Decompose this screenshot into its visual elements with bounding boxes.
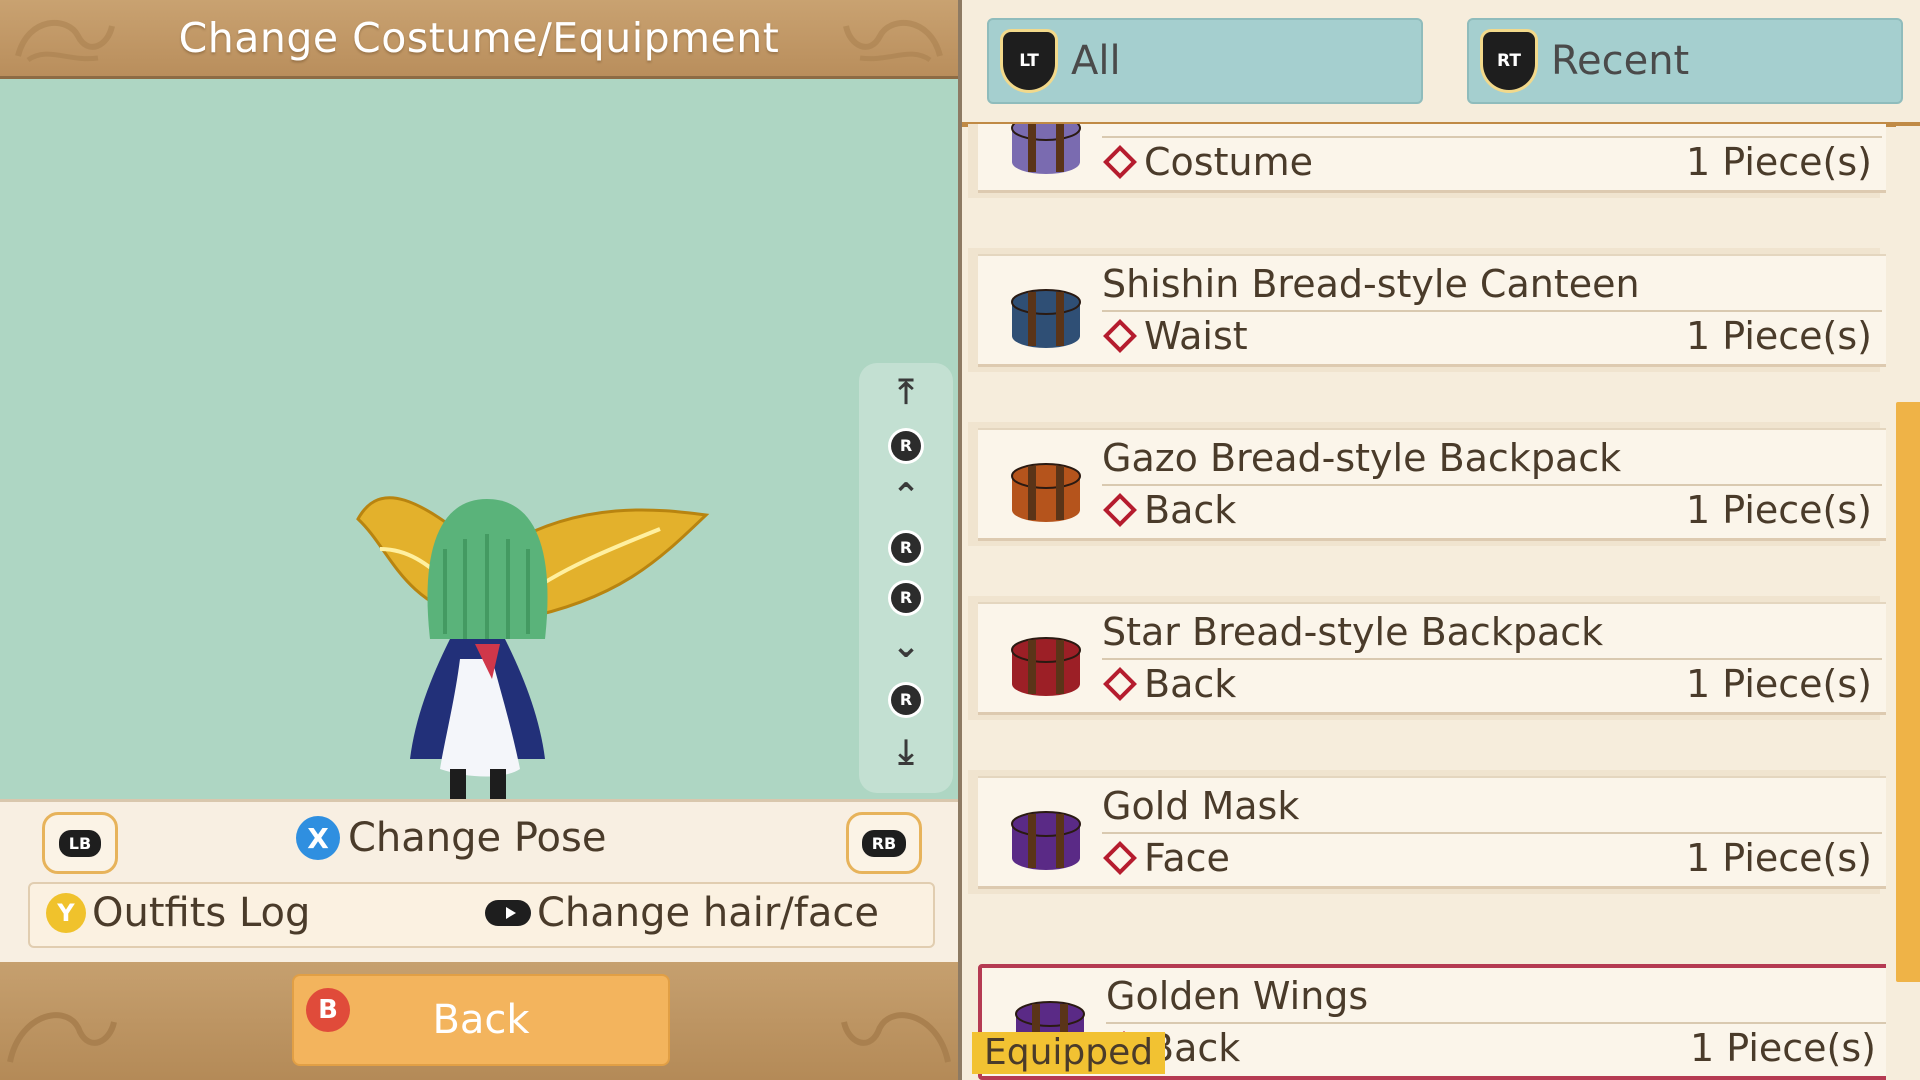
- list-item[interactable]: Star Bread-style Backpack Back 1 Piece(s): [968, 596, 1886, 720]
- rt-button-icon: RT: [1483, 32, 1535, 90]
- item-name: Shishin Bread-style Canteen: [1102, 262, 1640, 306]
- item-quantity: 1 Piece(s): [1690, 1026, 1876, 1070]
- item-divider: [1102, 136, 1882, 138]
- item-divider: [1102, 310, 1882, 312]
- diamond-icon: [1103, 145, 1137, 179]
- y-button-icon: Y: [46, 893, 86, 933]
- ornament-bottom-right-icon: [841, 1012, 951, 1063]
- stick-press-icon: [485, 900, 531, 926]
- character-model: [356, 496, 710, 799]
- diamond-icon: [1103, 493, 1137, 527]
- ornament-right-icon: [843, 20, 943, 63]
- b-button-icon: B: [306, 988, 350, 1032]
- rb-button[interactable]: RB: [846, 812, 922, 874]
- ornament-bottom-left-icon: [7, 1012, 117, 1063]
- r-stick-left-icon[interactable]: R: [891, 533, 921, 563]
- item-slot-label: Back: [1144, 662, 1237, 706]
- chest-icon: [1011, 637, 1081, 696]
- r-stick-up-icon[interactable]: R: [891, 431, 921, 461]
- lb-button[interactable]: LB: [42, 812, 118, 874]
- item-list[interactable]: Soft Kid's PandaCostume1 Piece(s)Shishin…: [968, 124, 1886, 1080]
- change-pose-button[interactable]: X Change Pose: [296, 815, 606, 861]
- item-slot: Waist: [1102, 314, 1248, 358]
- zoom-bottom-icon[interactable]: ⤓: [859, 735, 953, 769]
- item-slot-label: Face: [1144, 836, 1230, 880]
- item-divider: [1102, 658, 1882, 660]
- item-slot-label: Back: [1144, 488, 1237, 532]
- item-slot-label: Waist: [1144, 314, 1248, 358]
- x-button-icon: X: [296, 816, 340, 860]
- chest-icon: [1011, 289, 1081, 348]
- scrollbar-thumb[interactable]: [1896, 402, 1920, 982]
- diamond-icon: [1103, 319, 1137, 353]
- back-label: Back: [432, 997, 530, 1043]
- zoom-top-icon[interactable]: ⤒: [859, 375, 953, 409]
- secondary-actions-bar: Y Outfits Log Change hair/face: [28, 882, 935, 948]
- tab-all[interactable]: LT All: [987, 18, 1423, 104]
- list-item[interactable]: Soft Kid's Panda Costume 1 Piece(s): [968, 124, 1886, 198]
- chest-icon: [1011, 811, 1081, 870]
- item-quantity: 1 Piece(s): [1686, 662, 1872, 706]
- item-divider: [1102, 832, 1882, 834]
- item-card[interactable]: Gold Mask Face 1 Piece(s): [978, 776, 1886, 889]
- preview-panel: Change Costume/Equipment ⤒ R ⌃ R R ⌄ R ⤓…: [0, 0, 958, 1080]
- item-quantity: 1 Piece(s): [1686, 314, 1872, 358]
- list-item[interactable]: Shishin Bread-style Canteen Waist 1 Piece(…: [968, 248, 1886, 372]
- outfits-log-button[interactable]: Y Outfits Log: [46, 890, 310, 936]
- item-slot: Face: [1102, 836, 1230, 880]
- chest-icon: [1011, 124, 1081, 174]
- diamond-icon: [1103, 841, 1137, 875]
- item-quantity: 1 Piece(s): [1686, 488, 1872, 532]
- tab-recent-label: Recent: [1551, 38, 1690, 84]
- filter-tabs: LT All RT Recent: [962, 0, 1920, 127]
- back-button[interactable]: B Back: [292, 974, 670, 1066]
- outfits-log-label: Outfits Log: [92, 890, 311, 936]
- diamond-icon: [1103, 667, 1137, 701]
- item-slot: Back: [1102, 662, 1236, 706]
- item-slot: Back: [1102, 488, 1236, 532]
- title-bar: Change Costume/Equipment: [0, 0, 958, 79]
- item-card[interactable]: Gazo Bread-style Backpack Back 1 Piece(s): [978, 428, 1886, 541]
- item-name: Gazo Bread-style Backpack: [1102, 436, 1622, 480]
- r-stick-down-icon[interactable]: R: [891, 685, 921, 715]
- change-pose-label: Change Pose: [348, 815, 607, 861]
- r-stick-right-icon[interactable]: R: [891, 583, 921, 613]
- item-name: Star Bread-style Backpack: [1102, 610, 1604, 654]
- lt-button-icon: LT: [1003, 32, 1055, 90]
- page-title: Change Costume/Equipment: [178, 14, 780, 62]
- move-down-icon[interactable]: ⌄: [859, 629, 953, 663]
- inventory-panel: LT All RT Recent Soft Kid's Panda Costume…: [958, 0, 1920, 1080]
- chest-icon: [1011, 463, 1081, 522]
- item-slot-label: Costume: [1144, 140, 1313, 184]
- item-slot: Costume: [1102, 140, 1313, 184]
- list-item[interactable]: Gold Mask Face 1 Piece(s): [968, 770, 1886, 894]
- item-divider: [1102, 484, 1882, 486]
- item-quantity: 1 Piece(s): [1686, 140, 1872, 184]
- ornament-left-icon: [15, 20, 115, 63]
- item-name: Gold Mask: [1102, 784, 1300, 828]
- camera-control-rail: ⤒ R ⌃ R R ⌄ R ⤓: [859, 363, 953, 793]
- item-divider: [1106, 1022, 1886, 1024]
- tab-all-label: All: [1071, 38, 1121, 84]
- change-hair-face-button[interactable]: Change hair/face: [485, 890, 879, 936]
- item-name: Soft Kid's Panda: [1102, 124, 1407, 132]
- character-preview[interactable]: ⤒ R ⌃ R R ⌄ R ⤓: [0, 79, 958, 799]
- tab-recent[interactable]: RT Recent: [1467, 18, 1903, 104]
- item-card[interactable]: Star Bread-style Backpack Back 1 Piece(s): [978, 602, 1886, 715]
- change-hair-face-label: Change hair/face: [537, 890, 879, 936]
- item-quantity: 1 Piece(s): [1686, 836, 1872, 880]
- item-card[interactable]: Soft Kid's Panda Costume 1 Piece(s): [978, 124, 1886, 193]
- equipped-label: Equipped: [972, 1032, 1166, 1074]
- list-item[interactable]: Gazo Bread-style Backpack Back 1 Piece(s): [968, 422, 1886, 546]
- item-card[interactable]: Shishin Bread-style Canteen Waist 1 Piece(…: [978, 254, 1886, 367]
- item-name: Golden Wings: [1106, 974, 1369, 1018]
- move-up-icon[interactable]: ⌃: [859, 479, 953, 513]
